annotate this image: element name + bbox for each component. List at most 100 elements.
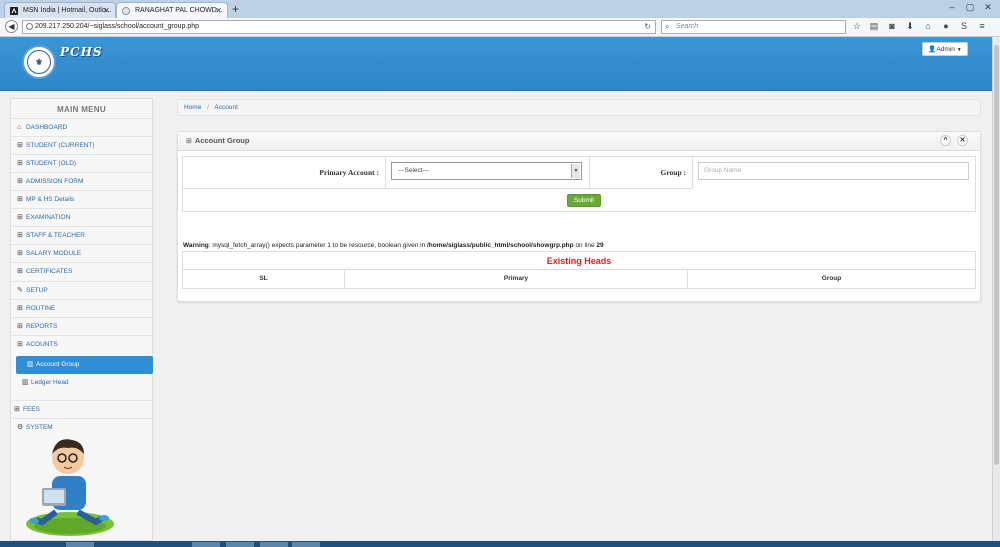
skype-icon[interactable]: S xyxy=(958,20,970,33)
search-icon: ⌕ xyxy=(665,22,670,31)
column-header-group: Group xyxy=(821,275,842,282)
taskbar-button[interactable] xyxy=(192,542,220,547)
sidebar-item-label: REPORTS xyxy=(26,323,58,330)
grid-icon: ⊞ xyxy=(17,232,23,239)
sidebar-item-student-old[interactable]: ⊞ STUDENT (OLD) xyxy=(11,154,152,172)
page-scrollbar[interactable] xyxy=(992,37,1000,541)
sidebar-item-label: CERTIFICATES xyxy=(26,268,73,275)
close-tab-icon[interactable]: ✕ xyxy=(103,3,110,18)
admin-menu-button[interactable]: 👤Admin ▼ xyxy=(922,42,968,56)
column-header-sl: SL xyxy=(183,270,345,288)
php-warning-message: Warning: mysql_fetch_array() expects par… xyxy=(183,242,604,249)
school-logo: ⚜ xyxy=(22,45,56,79)
new-tab-button[interactable]: + xyxy=(232,2,239,16)
group-name-input[interactable]: Group Name xyxy=(698,162,969,180)
site-info-icon[interactable] xyxy=(26,23,33,30)
sidebar-item-mp-hs-details[interactable]: ⊞ MP & HS Details xyxy=(11,190,152,208)
search-placeholder: Search xyxy=(676,23,699,30)
sidebar-item-label: ACOUNTS xyxy=(26,341,58,348)
bookmarks-list-icon[interactable]: ▤ xyxy=(868,20,880,33)
back-arrow-icon[interactable]: ◀ xyxy=(5,20,18,33)
submit-button[interactable]: Submit xyxy=(567,194,601,207)
sidebar-item-label: ADMISSION FORM xyxy=(26,178,84,185)
sidebar-item-label: DASHBOARD xyxy=(26,124,68,131)
reload-icon[interactable]: ↻ xyxy=(644,21,651,33)
column-header-primary: Primary xyxy=(345,270,688,288)
sidebar-subitem-account-group[interactable]: ▥ Account Group xyxy=(16,356,153,374)
sidebar-item-acounts[interactable]: ⊞ ACOUNTS xyxy=(11,335,152,353)
breadcrumb-account-link[interactable]: Account xyxy=(214,104,238,111)
sidebar-item-examination[interactable]: ⊞ EXAMINATION xyxy=(11,208,152,226)
breadcrumb-home-link[interactable]: Home xyxy=(184,104,201,111)
tab-title: MSN India | Hotmail, Outlo... xyxy=(23,7,112,14)
grid-icon: ⊞ xyxy=(17,323,23,330)
taskbar-button[interactable] xyxy=(66,542,94,547)
browser-toolbar: ◀ 209.217.250.204/~siglass/school/accoun… xyxy=(0,18,1000,37)
wrench-icon: ✎ xyxy=(17,287,23,294)
group-label-cell: Group : xyxy=(590,157,693,189)
taskbar-button[interactable] xyxy=(260,542,288,547)
sidebar-item-fees[interactable]: ⊞ FEES xyxy=(11,400,152,418)
group-label: Group : xyxy=(660,168,687,177)
minimize-icon[interactable]: – xyxy=(944,1,960,13)
book-icon: ▥ xyxy=(22,379,29,386)
brand-name: PCHS xyxy=(60,45,103,59)
chat-icon[interactable]: ● xyxy=(940,20,952,33)
book-icon: ▥ xyxy=(27,361,34,368)
primary-label-cell: Primary Account : xyxy=(183,157,386,189)
home-icon[interactable]: ⌂ xyxy=(922,20,934,33)
warning-path: /home/siglass/public_html/school/showgrp… xyxy=(427,242,574,249)
sidebar-item-label: STAFF & TEACHER xyxy=(26,232,85,239)
sidebar-item-salary-module[interactable]: ⊞ SALARY MODULE xyxy=(11,244,152,262)
sidebar-item-staff-teacher[interactable]: ⊞ STAFF & TEACHER xyxy=(11,226,152,244)
sidebar-item-setup[interactable]: ✎ SETUP xyxy=(11,281,152,299)
sidebar-item-label: Account Group xyxy=(36,361,80,368)
taskbar-button[interactable] xyxy=(292,542,320,547)
download-icon[interactable]: ⬇ xyxy=(904,20,916,33)
sidebar-item-label: FEES xyxy=(23,406,40,413)
close-window-icon[interactable]: ✕ xyxy=(980,1,996,13)
scrollbar-thumb[interactable] xyxy=(994,45,999,465)
msn-favicon-icon xyxy=(10,7,18,15)
sidebar-item-label: SYSTEM xyxy=(26,424,53,431)
select-arrow-icon[interactable]: ▼ xyxy=(571,164,580,178)
browser-tab-msn[interactable]: MSN India | Hotmail, Outlo... ✕ xyxy=(4,2,116,18)
existing-heads-title: Existing Heads xyxy=(183,252,975,270)
sidebar-item-admission-form[interactable]: ⊞ ADMISSION FORM xyxy=(11,172,152,190)
sidebar-item-label: SETUP xyxy=(26,287,48,294)
grid-icon: ⊞ xyxy=(17,178,23,185)
search-input[interactable]: ⌕ Search xyxy=(661,20,846,34)
logo-emblem-icon: ⚜ xyxy=(34,56,44,67)
sidebar-item-routine[interactable]: ⊞ ROUTINE xyxy=(11,299,152,317)
sidebar-item-label: ROUTINE xyxy=(26,305,56,312)
sidebar-item-label: STUDENT (CURRENT) xyxy=(26,142,95,149)
sidebar-item-dashboard[interactable]: ⌂ DASHBOARD xyxy=(11,118,152,136)
primary-account-select[interactable]: ---Select--- ▼ xyxy=(391,162,582,180)
collapse-chevron-up-icon[interactable]: ^ xyxy=(940,135,951,146)
address-bar[interactable]: 209.217.250.204/~siglass/school/account_… xyxy=(22,20,656,34)
panel-title-text: Account Group xyxy=(194,136,250,145)
primary-account-value: ---Select--- xyxy=(398,167,430,174)
menu-hamburger-icon[interactable]: ≡ xyxy=(976,20,988,33)
main-menu-title: MAIN MENU xyxy=(57,105,106,114)
sidebar-subitem-ledger-head[interactable]: ▥ Ledger Head xyxy=(11,374,152,392)
sidebar-item-reports[interactable]: ⊞ REPORTS xyxy=(11,317,152,335)
group-name-placeholder: Group Name xyxy=(704,167,742,174)
sidebar-item-label: EXAMINATION xyxy=(26,214,71,221)
close-icon[interactable]: ✕ xyxy=(957,135,968,146)
taskbar-button[interactable] xyxy=(226,542,254,547)
grid-icon: ⊞ xyxy=(17,250,23,257)
grid-icon: ⊞ xyxy=(17,214,23,221)
sidebar-item-student-current[interactable]: ⊞ STUDENT (CURRENT) xyxy=(11,136,152,154)
sidebar-item-label: SALARY MODULE xyxy=(26,250,82,257)
close-tab-icon[interactable]: ✕ xyxy=(215,3,222,18)
primary-account-label: Primary Account : xyxy=(319,168,379,177)
grid-icon: ⊞ xyxy=(17,196,23,203)
sidebar-item-certificates[interactable]: ⊞ CERTIFICATES xyxy=(11,262,152,280)
bookmark-star-icon[interactable]: ☆ xyxy=(851,20,863,33)
grid-icon: ⊞ xyxy=(17,268,23,275)
pocket-icon[interactable]: ◙ xyxy=(886,20,898,33)
panel-header: ⊞ Account Group ^ ✕ xyxy=(178,132,980,151)
browser-tab-school[interactable]: RANAGHAT PAL CHOWD... ✕ xyxy=(116,2,228,18)
maximize-icon[interactable]: ▢ xyxy=(962,1,978,13)
